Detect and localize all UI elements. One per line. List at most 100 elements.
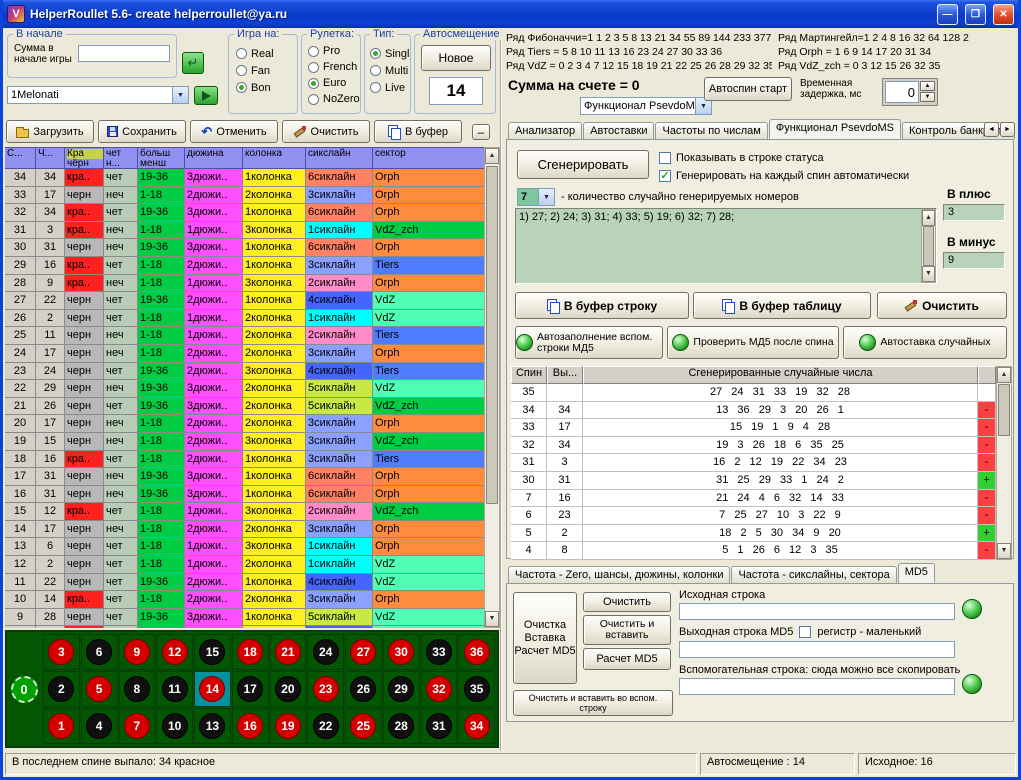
board-cell-27[interactable]: 27: [345, 634, 382, 670]
enter-button[interactable]: ↵: [182, 52, 204, 74]
column-header[interactable]: сикслайн: [306, 148, 373, 169]
close-button[interactable]: ✕: [993, 4, 1014, 25]
function-combo[interactable]: Функционал PsevdoMS ▼: [580, 97, 712, 115]
board-number-12[interactable]: 12: [162, 639, 188, 665]
table-row[interactable]: 6237 25 27 10 3 22 9-: [511, 507, 996, 525]
board-cell-21[interactable]: 21: [270, 634, 307, 670]
board-number-5[interactable]: 5: [86, 676, 112, 702]
table-row[interactable]: 136чернчет1-181дюжи..3колонка1сиклайнOrp…: [5, 538, 485, 556]
generated-table-scrollbar[interactable]: ▲ ▼: [996, 366, 1012, 560]
radio-type-live[interactable]: Live: [370, 79, 410, 96]
table-row[interactable]: 2417черннеч1-182дюжи..2колонка3сиклайнOr…: [5, 345, 485, 363]
undo-button[interactable]: ↶Отменить: [190, 120, 278, 143]
auto-generate-checkbox-row[interactable]: ✓ Генерировать на каждый спин автоматиче…: [659, 170, 909, 182]
table-row[interactable]: 313кра..неч1-181дюжи..3колонка1сиклайнVd…: [5, 222, 485, 240]
board-number-20[interactable]: 20: [275, 676, 301, 702]
table-row[interactable]: 289кра..неч1-181дюжи..3колонка2сиклайнOr…: [5, 275, 485, 293]
play-button[interactable]: [194, 86, 218, 105]
column-header[interactable]: дюжина: [185, 148, 243, 169]
copy-table-button[interactable]: В буфер таблицу: [693, 292, 871, 319]
green-orb-icon[interactable]: [962, 599, 982, 619]
scrollbar-thumb[interactable]: [486, 166, 498, 504]
table-row[interactable]: 1731черннеч19-363дюжи..1колонка6сиклайнO…: [5, 468, 485, 486]
radio-roulette-nozero[interactable]: NoZero: [308, 91, 360, 107]
table-row[interactable]: 1631черннеч19-363дюжи..1колонка6сиклайнO…: [5, 486, 485, 504]
board-number-23[interactable]: 23: [313, 676, 339, 702]
table-row[interactable]: 5218 2 5 30 34 9 20+: [511, 525, 996, 543]
table-row[interactable]: 928чернчет19-363дюжи..1колонка5сиклайнVd…: [5, 609, 485, 627]
table-row[interactable]: 2017черннеч1-182дюжи..2колонка3сиклайнOr…: [5, 415, 485, 433]
board-cell-25[interactable]: 25: [345, 708, 382, 744]
save-button[interactable]: Сохранить: [98, 120, 186, 143]
show-status-checkbox-row[interactable]: Показывать в строке статуса: [659, 152, 824, 164]
table-row[interactable]: 3317черннеч1-182дюжи..2колонка3сиклайнOr…: [5, 187, 485, 205]
column-header[interactable]: С...: [5, 148, 36, 169]
radio-type-multi[interactable]: Multi: [370, 62, 410, 79]
chevron-down-icon[interactable]: ▼: [538, 189, 554, 205]
board-number-2[interactable]: 2: [48, 676, 74, 702]
board-zero-cell[interactable]: 0: [7, 632, 41, 746]
board-cell-3[interactable]: 3: [43, 634, 80, 670]
board-cell-11[interactable]: 11: [156, 671, 193, 707]
board-number-29[interactable]: 29: [388, 676, 414, 702]
preset-combo[interactable]: 1Melonati ▼: [7, 86, 189, 104]
table-row[interactable]: 1014кра..чет1-182дюжи..2колонка3сиклайнO…: [5, 591, 485, 609]
spin-up-icon[interactable]: ▲: [920, 81, 935, 91]
table-row[interactable]: 1417черннеч1-182дюжи..2колонка3сиклайнOr…: [5, 521, 485, 539]
green-orb-icon[interactable]: [962, 674, 982, 694]
md5-clear-paste-aux-button[interactable]: Очистить и вставить во вспом. строку: [513, 690, 673, 716]
tab-scroll-right-icon[interactable]: ►: [1000, 122, 1015, 137]
board-number-16[interactable]: 16: [237, 713, 263, 739]
table-row[interactable]: 31316 2 12 19 22 34 23-: [511, 454, 996, 472]
table-row[interactable]: 485 1 26 6 12 3 35-: [511, 542, 996, 560]
board-cell-30[interactable]: 30: [383, 634, 420, 670]
radio-roulette-pro[interactable]: Pro: [308, 43, 360, 59]
board-number-33[interactable]: 33: [426, 639, 452, 665]
register-checkbox[interactable]: [799, 626, 811, 638]
table-row[interactable]: 2126чернчет19-363дюжи..2колонка5сиклайнV…: [5, 398, 485, 416]
board-number-15[interactable]: 15: [199, 639, 225, 665]
board-number-24[interactable]: 24: [313, 639, 339, 665]
board-cell-28[interactable]: 28: [383, 708, 420, 744]
scrollbar-thumb[interactable]: [998, 384, 1010, 436]
generated-area-scrollbar[interactable]: ▲ ▼: [921, 209, 936, 283]
table-row[interactable]: 2229черннеч19-363дюжи..2колонка5сиклайнV…: [5, 380, 485, 398]
md5-calc-button[interactable]: Расчет MD5: [583, 648, 671, 670]
column-header[interactable]: [978, 366, 996, 384]
tab-bottom-2[interactable]: MD5: [898, 563, 935, 583]
collapse-button[interactable]: –: [472, 124, 490, 140]
column-header[interactable]: большменш: [138, 148, 185, 169]
autospin-start-button[interactable]: Автоспин старт: [704, 77, 792, 101]
board-cell-16[interactable]: 16: [232, 708, 269, 744]
md5-source-input[interactable]: [679, 603, 955, 620]
generated-numbers-area[interactable]: 1) 27; 2) 24; 3) 31; 4) 33; 5) 19; 6) 32…: [515, 208, 937, 284]
board-cell-24[interactable]: 24: [307, 634, 344, 670]
chevron-down-icon[interactable]: ▼: [172, 87, 188, 103]
board-cell-32[interactable]: 32: [421, 671, 458, 707]
table-row[interactable]: 323419 3 26 18 6 35 25-: [511, 437, 996, 455]
board-number-18[interactable]: 18: [237, 639, 263, 665]
board-number-19[interactable]: 19: [275, 713, 301, 739]
board-number-8[interactable]: 8: [124, 676, 150, 702]
table-row[interactable]: 2722чернчет19-362дюжи..1колонка4сиклайнV…: [5, 292, 485, 310]
board-number-35[interactable]: 35: [464, 676, 490, 702]
column-header[interactable]: Крачёрн: [65, 148, 104, 169]
auto-generate-checkbox[interactable]: ✓: [659, 170, 671, 182]
column-header[interactable]: колонка: [243, 148, 306, 169]
board-number-14[interactable]: 14: [199, 676, 225, 702]
clear-generated-button[interactable]: Очистить: [877, 292, 1007, 319]
board-cell-1[interactable]: 1: [43, 708, 80, 744]
board-cell-36[interactable]: 36: [458, 634, 495, 670]
table-row[interactable]: 1816кра..чет1-182дюжи..1колонка3сиклайнT…: [5, 451, 485, 469]
spin-table-scrollbar[interactable]: ▲ ▼: [484, 147, 500, 628]
board-cell-26[interactable]: 26: [345, 671, 382, 707]
board-cell-18[interactable]: 18: [232, 634, 269, 670]
board-number-31[interactable]: 31: [426, 713, 452, 739]
board-number-1[interactable]: 1: [48, 713, 74, 739]
board-number-26[interactable]: 26: [350, 676, 376, 702]
tab-top-2[interactable]: Частоты по числам: [655, 122, 767, 139]
check-md5-button[interactable]: Проверить МД5 после спина: [667, 326, 839, 359]
maximize-button[interactable]: ❐: [965, 4, 986, 25]
scrollbar-thumb[interactable]: [923, 226, 934, 266]
board-number-13[interactable]: 13: [199, 713, 225, 739]
